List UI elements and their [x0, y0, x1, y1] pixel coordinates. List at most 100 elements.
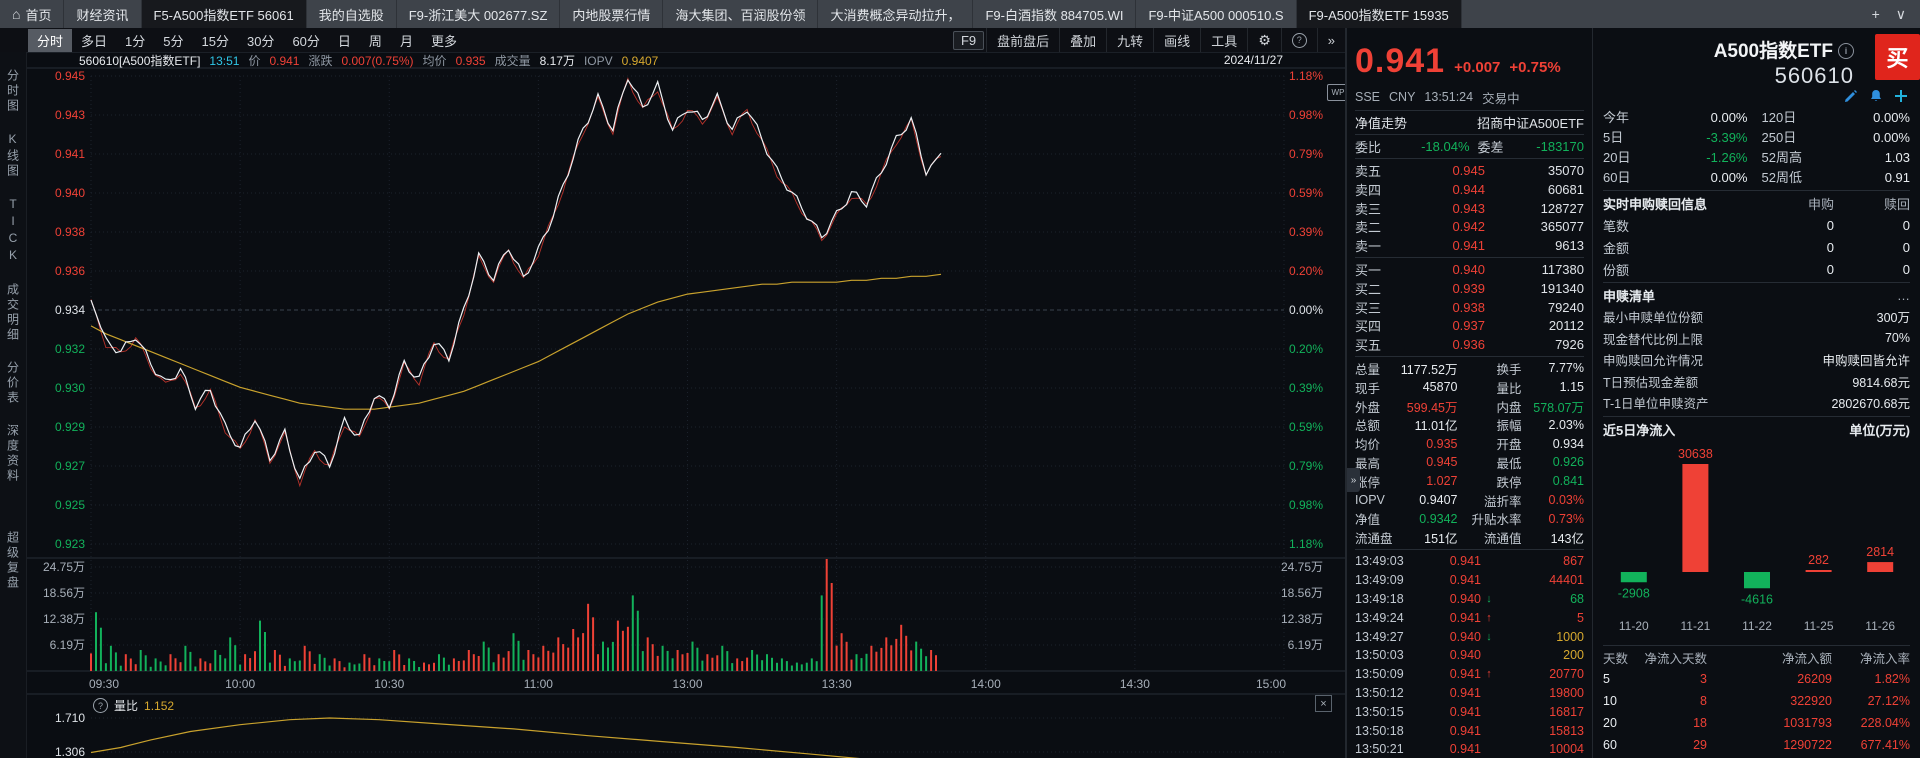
- alert-bell-icon[interactable]: [1869, 89, 1883, 103]
- bid-row-price: 0.939: [1389, 281, 1485, 296]
- top-tab[interactable]: 大消费概念异动拉升，: [818, 0, 973, 28]
- sidebar-item[interactable]: 成交明细: [5, 283, 22, 343]
- sidebar-item[interactable]: TICK: [6, 197, 20, 265]
- ask-row[interactable]: 卖二0.942365077: [1355, 217, 1584, 236]
- help-icon[interactable]: ?: [93, 698, 108, 713]
- period-button[interactable]: 1分: [116, 29, 154, 52]
- top-tab[interactable]: 内地股票行情: [560, 0, 663, 28]
- period-button[interactable]: 多日: [72, 29, 116, 52]
- stat-label: 换手: [1458, 359, 1522, 378]
- stat-value: 578.07万: [1522, 397, 1585, 416]
- period-button[interactable]: 30分: [238, 29, 283, 52]
- ask-row[interactable]: 卖三0.943128727: [1355, 199, 1584, 218]
- perf-label: 60日: [1603, 168, 1643, 188]
- stat-value: 11.01亿: [1395, 415, 1458, 434]
- expand-more-icon[interactable]: »: [1317, 28, 1345, 52]
- buy-button[interactable]: 买: [1875, 34, 1920, 80]
- period-button[interactable]: 日: [329, 29, 360, 52]
- chart-header-values: 560610[A500指数ETF]13:51价0.941涨跌0.007(0.75…: [79, 52, 667, 69]
- time-sales-list[interactable]: 13:49:030.94186713:49:090.9414440113:49:…: [1355, 552, 1584, 758]
- stat-value: 0.73%: [1522, 512, 1585, 526]
- top-tab[interactable]: ⌂首页: [0, 0, 64, 28]
- trade-price: 0.940: [1415, 592, 1481, 606]
- sales-row: 13:50:180.94115813: [1355, 721, 1584, 740]
- period-button[interactable]: 月: [391, 29, 422, 52]
- redemption-row: T-1日单位申赎资产2802670.68元: [1603, 392, 1910, 414]
- trade-time: 13:50:12: [1355, 686, 1415, 700]
- stat-label: IOPV: [1355, 493, 1395, 507]
- redeem-col-label: 赎回: [1834, 194, 1910, 213]
- period-button[interactable]: 5分: [154, 29, 192, 52]
- chart-header-field: 560610[A500指数ETF]: [79, 54, 200, 68]
- panel-expand-icon[interactable]: »: [1347, 468, 1360, 492]
- trade-volume: 20770: [1497, 667, 1584, 681]
- collapse-tabs-icon[interactable]: ∨: [1896, 6, 1906, 23]
- flow-table-header: 天数净流入天数净流入额净流入率: [1603, 648, 1910, 668]
- svg-text:13:00: 13:00: [672, 677, 702, 691]
- sidebar-item[interactable]: 超级复盘: [5, 531, 22, 591]
- top-tab[interactable]: F9-浙江美大 002677.SZ: [397, 0, 561, 28]
- bid-row[interactable]: 买二0.939191340: [1355, 279, 1584, 298]
- svg-text:282: 282: [1808, 553, 1829, 567]
- perf-label: 250日: [1748, 128, 1806, 148]
- toolbar-tool-button[interactable]: 盘前盘后: [986, 28, 1059, 52]
- svg-text:10:00: 10:00: [225, 677, 255, 691]
- more-icon[interactable]: …: [1897, 288, 1910, 303]
- period-button[interactable]: 15分: [193, 29, 238, 52]
- stat-value: 2.03%: [1522, 418, 1585, 432]
- top-tab[interactable]: F9-中证A500 000510.S: [1136, 0, 1296, 28]
- period-button[interactable]: 60分: [283, 29, 328, 52]
- bid-row[interactable]: 买三0.93879240: [1355, 298, 1584, 317]
- perf-label: 今年: [1603, 108, 1643, 128]
- trade-price: 0.941: [1415, 667, 1481, 681]
- add-plus-icon[interactable]: [1894, 89, 1908, 103]
- redemption-value: 300万: [1877, 307, 1910, 326]
- info-icon[interactable]: i: [1838, 43, 1854, 59]
- toolbar-tool-button[interactable]: 叠加: [1059, 28, 1106, 52]
- stock-name: A500指数ETF: [1714, 41, 1833, 62]
- period-button[interactable]: 更多: [422, 29, 466, 52]
- sidebar-item[interactable]: 分时图: [5, 69, 22, 114]
- edit-pencil-icon[interactable]: [1844, 89, 1858, 103]
- intraday-chart-canvas[interactable]: 0.9451.18%0.9430.98%0.9410.79%0.9400.59%…: [27, 52, 1345, 758]
- top-tab[interactable]: F9-白酒指数 884705.WI: [973, 0, 1136, 28]
- bid-row[interactable]: 买五0.9367926: [1355, 335, 1584, 354]
- ask-row-price: 0.944: [1389, 182, 1485, 197]
- wp-window-icon[interactable]: WP: [1327, 84, 1345, 101]
- top-tab[interactable]: 海大集团、百润股份领: [663, 0, 818, 28]
- help-button[interactable]: ?: [1281, 28, 1317, 52]
- ask-row[interactable]: 卖五0.94535070: [1355, 161, 1584, 180]
- subscribe-value: 0: [1742, 262, 1834, 277]
- subscribe-value: 0: [1742, 240, 1834, 255]
- stat-label: 升贴水率: [1458, 509, 1522, 528]
- sidebar-item[interactable]: K线图: [5, 132, 22, 179]
- add-tab-icon[interactable]: +: [1872, 6, 1880, 22]
- toolbar-tool-button[interactable]: 九转: [1106, 28, 1153, 52]
- toolbar-tool-button[interactable]: 工具: [1200, 28, 1247, 52]
- bid-row[interactable]: 买四0.93720112: [1355, 316, 1584, 335]
- chart-header-field: 0.007(0.75%): [342, 54, 414, 68]
- top-tab[interactable]: F9-A500指数ETF 15935: [1297, 0, 1462, 28]
- top-tab[interactable]: F5-A500指数ETF 56061: [142, 0, 307, 28]
- bid-row[interactable]: 买一0.940117380: [1355, 260, 1584, 279]
- close-icon[interactable]: ×: [1315, 695, 1332, 712]
- flow-table-cell: 26209: [1707, 672, 1832, 686]
- tab-label: 财经资讯: [76, 5, 128, 24]
- toolbar-tool-button[interactable]: 画线: [1153, 28, 1200, 52]
- bid-ladder: 买一0.940117380买二0.939191340买三0.93879240买四…: [1355, 260, 1584, 354]
- sidebar-item[interactable]: 深度资料: [5, 424, 22, 484]
- top-tab[interactable]: 我的自选股: [307, 0, 397, 28]
- period-button[interactable]: 周: [360, 29, 391, 52]
- top-tab[interactable]: 财经资讯: [64, 0, 141, 28]
- sidebar-item[interactable]: 分价表: [5, 361, 22, 406]
- quick-action-icons: [1603, 88, 1908, 104]
- ask-row[interactable]: 卖一0.9419613: [1355, 236, 1584, 255]
- nav-trend-link[interactable]: 净值走势: [1355, 113, 1407, 132]
- settings-gear-icon[interactable]: ⚙: [1247, 28, 1281, 52]
- period-button[interactable]: 分时: [28, 29, 72, 52]
- svg-text:0.39%: 0.39%: [1289, 225, 1323, 239]
- last-price: 0.941: [1355, 42, 1445, 81]
- svg-text:0.932: 0.932: [55, 342, 85, 356]
- fn-key-chip[interactable]: F9: [953, 31, 984, 50]
- ask-row[interactable]: 卖四0.94460681: [1355, 180, 1584, 199]
